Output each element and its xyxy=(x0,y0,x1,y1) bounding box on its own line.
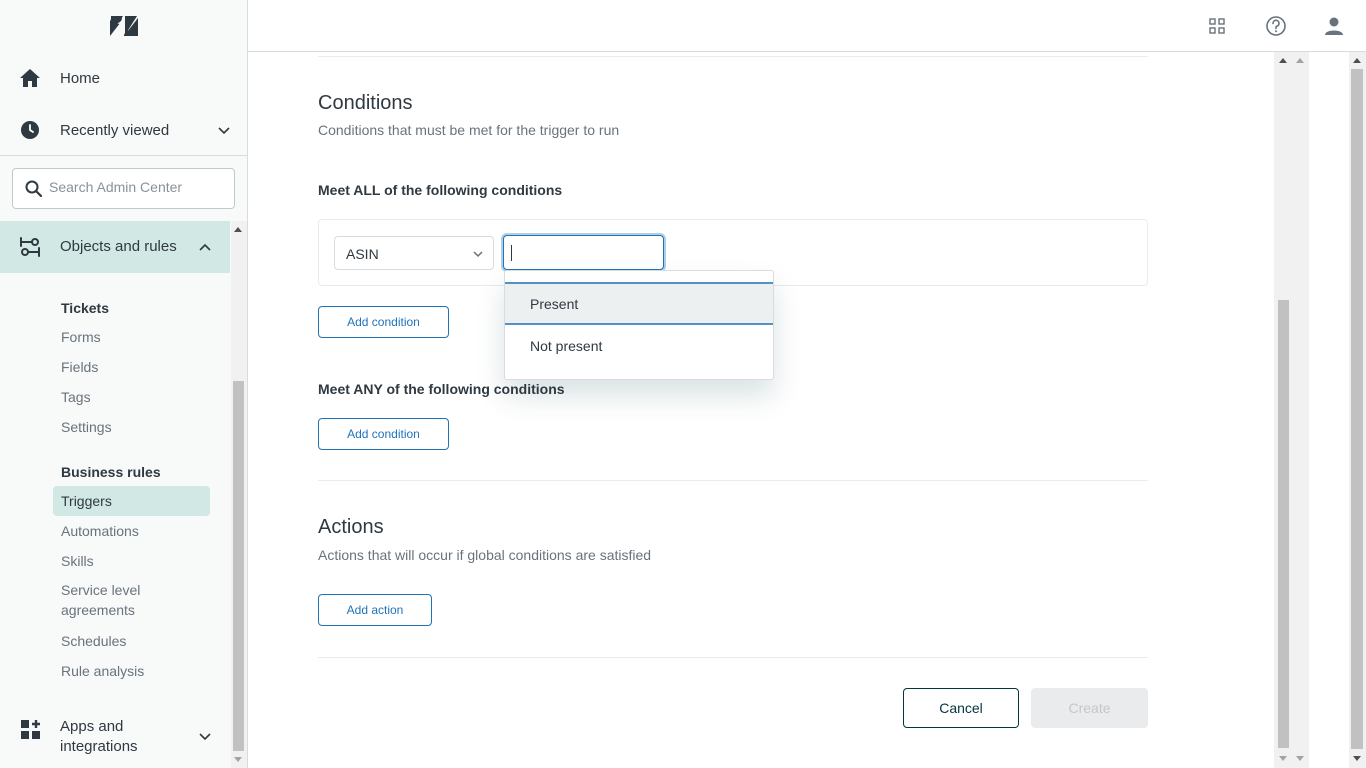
admin-search[interactable] xyxy=(12,168,235,209)
sidebar-item-sla[interactable]: Service level agreements xyxy=(61,580,171,620)
scroll-up-arrow-icon[interactable] xyxy=(234,227,242,232)
sidebar-scrollbar[interactable] xyxy=(231,221,247,768)
scroll-down-arrow-icon[interactable] xyxy=(1353,756,1361,761)
nav-apps-and-integrations[interactable]: Apps and integrations xyxy=(0,705,230,765)
sidebar-item-schedules[interactable]: Schedules xyxy=(61,633,126,649)
operator-dropdown-menu: Present Not present xyxy=(504,270,774,380)
dropdown-option-label: Present xyxy=(530,296,579,312)
search-icon xyxy=(25,180,43,198)
content-scrollbar-thumb[interactable] xyxy=(1278,300,1289,748)
help-icon[interactable] xyxy=(1265,15,1287,37)
section-divider xyxy=(318,657,1148,658)
tickets-heading: Tickets xyxy=(61,300,109,316)
sidebar-scrollbar-thumb[interactable] xyxy=(233,381,244,751)
dropdown-option-label: Not present xyxy=(530,338,603,354)
nav-objects-and-rules-label: Objects and rules xyxy=(60,238,177,255)
content-scrollbar[interactable] xyxy=(1274,52,1309,768)
nav-recently-viewed-label: Recently viewed xyxy=(60,121,170,139)
scroll-down-arrow-icon[interactable] xyxy=(1279,756,1287,761)
cancel-button[interactable]: Cancel xyxy=(903,688,1019,728)
sidebar-item-automations[interactable]: Automations xyxy=(61,523,139,539)
scroll-down-arrow-icon[interactable] xyxy=(234,757,242,762)
sidebar-item-fields[interactable]: Fields xyxy=(61,359,98,375)
add-condition-any-button[interactable]: Add condition xyxy=(318,418,449,450)
nav-apps-label-line1: Apps and xyxy=(60,718,124,735)
add-condition-all-button[interactable]: Add condition xyxy=(318,306,449,338)
clock-icon xyxy=(21,121,39,139)
sidebar-item-tags[interactable]: Tags xyxy=(61,389,91,405)
text-caret xyxy=(511,245,512,261)
meet-any-heading: Meet ANY of the following conditions xyxy=(318,381,565,397)
main-content: Conditions Conditions that must be met f… xyxy=(248,52,1273,768)
objects-rules-icon xyxy=(20,237,40,257)
condition-field-value: ASIN xyxy=(346,246,379,262)
meet-all-heading: Meet ALL of the following conditions xyxy=(318,182,563,198)
scroll-up-arrow-icon[interactable] xyxy=(1353,58,1361,63)
condition-field-select[interactable]: ASIN xyxy=(334,236,494,270)
top-header xyxy=(248,0,1366,52)
nav-home[interactable]: Home xyxy=(0,52,247,104)
scroll-up-arrow-icon[interactable] xyxy=(1279,58,1287,63)
home-icon xyxy=(20,69,40,87)
search-input[interactable] xyxy=(49,179,229,195)
nav-home-label: Home xyxy=(60,69,101,87)
dropdown-option-present[interactable]: Present xyxy=(505,282,773,325)
nav-apps-label-line2: integrations xyxy=(60,738,138,755)
user-profile-icon[interactable] xyxy=(1323,15,1345,37)
add-action-button[interactable]: Add action xyxy=(318,594,432,626)
apps-grid-icon[interactable] xyxy=(1206,15,1228,37)
nav-objects-and-rules[interactable]: Objects and rules xyxy=(0,221,230,273)
page-scrollbar-thumb[interactable] xyxy=(1351,69,1363,749)
nav-apps-label: Apps and integrations xyxy=(60,717,138,757)
create-button[interactable]: Create xyxy=(1031,688,1148,728)
sidebar-item-forms[interactable]: Forms xyxy=(61,329,101,345)
sidebar-item-settings[interactable]: Settings xyxy=(61,419,112,435)
section-divider xyxy=(318,56,1148,57)
chevron-down-icon xyxy=(473,251,483,258)
apps-plus-icon xyxy=(21,720,40,739)
chevron-up-icon xyxy=(199,243,211,251)
chevron-down-icon xyxy=(218,127,230,135)
page-scrollbar[interactable] xyxy=(1349,52,1366,768)
conditions-description: Conditions that must be met for the trig… xyxy=(318,122,620,138)
scroll-down-arrow-icon[interactable] xyxy=(1296,756,1304,761)
nav-recently-viewed[interactable]: Recently viewed xyxy=(0,104,247,156)
zendesk-logo-icon[interactable] xyxy=(110,14,138,38)
section-divider xyxy=(318,480,1148,481)
sidebar: Home Recently viewed Objects and rules xyxy=(0,0,248,768)
sidebar-item-triggers[interactable]: Triggers xyxy=(61,493,112,509)
scroll-up-arrow-icon[interactable] xyxy=(1296,58,1304,63)
business-rules-heading: Business rules xyxy=(61,464,161,480)
sidebar-item-rule-analysis[interactable]: Rule analysis xyxy=(61,663,144,679)
sidebar-divider xyxy=(0,155,247,156)
condition-operator-input[interactable] xyxy=(503,235,664,270)
sidebar-item-skills[interactable]: Skills xyxy=(61,553,94,569)
actions-title: Actions xyxy=(318,516,384,538)
conditions-title: Conditions xyxy=(318,92,413,114)
chevron-down-icon xyxy=(199,733,211,741)
actions-description: Actions that will occur if global condit… xyxy=(318,547,652,563)
dropdown-option-not-present[interactable]: Not present xyxy=(505,328,773,368)
